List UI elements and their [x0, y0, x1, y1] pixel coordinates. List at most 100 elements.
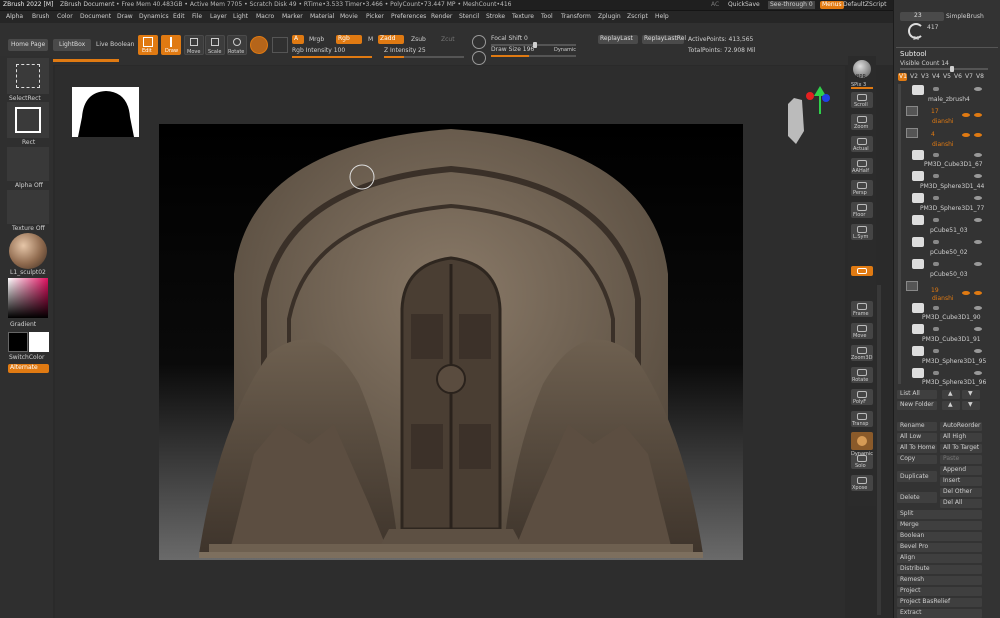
edit-button[interactable]: Edit	[138, 35, 158, 55]
project-section[interactable]: Project	[897, 587, 982, 596]
subtool-header[interactable]: Subtool	[900, 50, 927, 59]
menu-item-material[interactable]: Material	[310, 13, 334, 21]
see-through-slider[interactable]: See-through 0	[768, 1, 815, 9]
scroll-button[interactable]: Scroll	[851, 92, 873, 108]
subtool-thumb-3[interactable]	[912, 150, 924, 160]
menu-item-zplugin[interactable]: Zplugin	[598, 13, 621, 21]
eye-icon[interactable]	[974, 218, 982, 222]
aahalf-button[interactable]: AAHalf	[851, 158, 873, 174]
subtool-item-1[interactable]: dianshi	[932, 118, 954, 126]
subtool-toggle-8[interactable]	[933, 262, 939, 266]
stroke-thumbnail-icon[interactable]	[272, 37, 288, 53]
all-to-home-button[interactable]: All To Home	[897, 444, 937, 453]
merge-section[interactable]: Merge	[897, 521, 982, 530]
a-button[interactable]: A	[292, 35, 304, 44]
subtool-toggle-10[interactable]	[933, 306, 939, 310]
subtool-toggle-11[interactable]	[933, 327, 939, 331]
folder-visibility-icon[interactable]	[974, 133, 982, 137]
default-zscript-button[interactable]: DefaultZScript	[843, 1, 886, 9]
subtool-thumb-7[interactable]	[912, 237, 924, 247]
menu-item-tool[interactable]: Tool	[541, 13, 553, 21]
menu-item-marker[interactable]: Marker	[282, 13, 303, 21]
append-button[interactable]: Append	[940, 466, 982, 475]
project-basrelief-section[interactable]: Project BasRelief	[897, 598, 982, 607]
menu-item-macro[interactable]: Macro	[256, 13, 274, 21]
menu-item-render[interactable]: Render	[431, 13, 452, 21]
scale-button[interactable]: Scale	[205, 35, 225, 55]
subtool-toggle-5[interactable]	[933, 196, 939, 200]
rgb-intensity-slider[interactable]	[292, 56, 372, 58]
navigation-gyro[interactable]	[780, 86, 835, 146]
eye-icon[interactable]	[974, 349, 982, 353]
eye-icon[interactable]	[974, 262, 982, 266]
rotate-button[interactable]: Rotate	[227, 35, 247, 55]
subtool-item-11[interactable]: PM3D_Cube3D1_91	[922, 336, 981, 344]
draw-button[interactable]: Draw	[161, 35, 181, 55]
folder-visibility-icon[interactable]	[974, 291, 982, 295]
persp-button[interactable]: Persp	[851, 180, 873, 196]
subtool-item-0[interactable]: male_zbrush4	[928, 96, 970, 104]
menu-item-draw[interactable]: Draw	[117, 13, 133, 21]
color-picker-square[interactable]	[8, 278, 48, 318]
solo-button[interactable]: Dynamic Solo	[851, 451, 873, 469]
folder-eye-icon[interactable]	[962, 291, 970, 295]
eye-icon[interactable]	[974, 87, 982, 91]
del-all-button[interactable]: Del All	[940, 499, 982, 508]
folder-eye-icon[interactable]	[962, 113, 970, 117]
subtool-item-3[interactable]: PM3D_Cube3D1_67	[924, 161, 983, 169]
del-other-button[interactable]: Del Other	[940, 488, 982, 497]
visible-count-slider[interactable]	[900, 66, 988, 72]
menu-item-help[interactable]: Help	[655, 13, 669, 21]
subtool-thumb-13[interactable]	[912, 368, 924, 378]
material-sphere-icon[interactable]	[9, 233, 47, 269]
subtool-thumb-0[interactable]	[912, 85, 924, 95]
menu-item-stencil[interactable]: Stencil	[459, 13, 479, 21]
menu-item-edit[interactable]: Edit	[173, 13, 185, 21]
version-v8[interactable]: V8	[976, 73, 984, 81]
lightbox-button[interactable]: LightBox	[53, 39, 91, 51]
zoom3d-button[interactable]: Zoom3D	[851, 345, 873, 361]
menu-item-document[interactable]: Document	[80, 13, 111, 21]
actual-button[interactable]: Actual	[851, 136, 873, 152]
eye-icon[interactable]	[974, 327, 982, 331]
texture-thumbnail[interactable]	[7, 190, 49, 224]
subtool-toggle-3[interactable]	[933, 153, 939, 157]
bevel-pro-section[interactable]: Bevel Pro	[897, 543, 982, 552]
subtool-item-10[interactable]: PM3D_Cube3D1_90	[922, 314, 981, 322]
menu-item-preferences[interactable]: Preferences	[391, 13, 426, 21]
subtool-toggle-4[interactable]	[933, 174, 939, 178]
zcut-button[interactable]: Zcut	[441, 36, 455, 44]
subtool-scrollbar[interactable]	[898, 84, 901, 384]
move-button[interactable]: Move	[184, 35, 204, 55]
eye-icon[interactable]	[974, 371, 982, 375]
navigation-thumbnail[interactable]	[72, 87, 139, 137]
subtool-thumb-10[interactable]	[912, 303, 924, 313]
secondary-color-swatch[interactable]	[29, 332, 49, 352]
brush-thumbnail-icon[interactable]	[250, 36, 268, 54]
m-button[interactable]: M	[368, 36, 373, 44]
menu-item-picker[interactable]: Picker	[366, 13, 384, 21]
move-down-folder-button[interactable]: ▼	[962, 401, 980, 410]
eye-icon[interactable]	[974, 240, 982, 244]
version-v6[interactable]: V6	[954, 73, 962, 81]
home-page-button[interactable]: Home Page	[8, 39, 48, 51]
polyf-button[interactable]: PolyF	[851, 389, 873, 405]
menu-item-stroke[interactable]: Stroke	[486, 13, 505, 21]
version-v2[interactable]: V2	[910, 73, 918, 81]
version-v5[interactable]: V5	[943, 73, 951, 81]
eye-icon[interactable]	[974, 196, 982, 200]
subtool-item-9[interactable]: dianshi	[932, 295, 954, 303]
transp-button[interactable]: Transp	[851, 411, 873, 427]
eye-icon[interactable]	[974, 306, 982, 310]
menu-item-texture[interactable]: Texture	[512, 13, 534, 21]
subtool-item-13[interactable]: PM3D_Sphere3D1_96	[922, 379, 986, 387]
replaylastrel-button[interactable]: ReplayLastRel	[642, 35, 686, 44]
split-section[interactable]: Split	[897, 510, 982, 519]
menu-item-brush[interactable]: Brush	[32, 13, 49, 21]
xpose-button[interactable]: Xpose	[851, 475, 873, 491]
select-rect-button[interactable]	[7, 58, 49, 94]
subtool-thumb-12[interactable]	[912, 346, 924, 356]
right-shelf-scrollbar[interactable]	[877, 285, 881, 615]
version-v7[interactable]: V7	[965, 73, 973, 81]
boolean-section[interactable]: Boolean	[897, 532, 982, 541]
